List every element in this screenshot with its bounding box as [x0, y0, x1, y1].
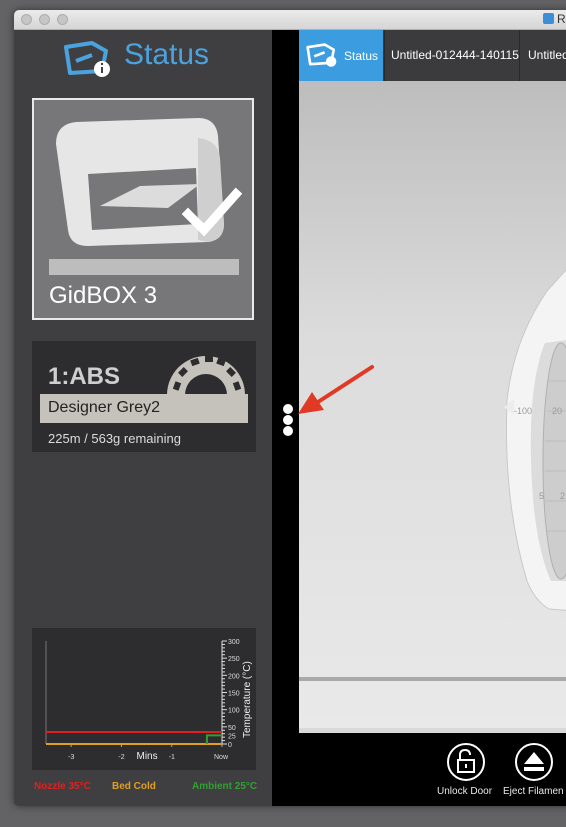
bottom-toolbar: Unlock Door Eject Filamen: [299, 733, 566, 806]
x-tick-label: Now: [214, 754, 229, 761]
y-tick-label: 250: [228, 656, 240, 663]
y-tick-label: 300: [228, 639, 240, 646]
tab-untitled-012444-140115[interactable]: Untitled-012444-140115: [384, 30, 519, 81]
filament-spool-card[interactable]: 1:ABS Designer Grey2 225m / 563g remaini…: [32, 341, 256, 452]
resize-grip-dot[interactable]: [283, 415, 293, 425]
filament-remaining: 225m / 563g remaining: [48, 431, 181, 446]
tab-bar: Status Untitled-012444-140115 Untitled: [299, 30, 566, 81]
unlock-door-label: Unlock Door: [437, 786, 493, 797]
y-tick-label: 100: [228, 708, 240, 715]
x-tick-label: -1: [169, 754, 175, 761]
printer-name: GidBOX 3: [49, 282, 158, 309]
print-progress-bar: [49, 259, 239, 275]
x-tick-label: -2: [118, 754, 124, 761]
printer-card[interactable]: GidBOX 3: [32, 98, 254, 320]
tab-label: Untitled-012444-140115: [391, 48, 519, 62]
y-tick-label: 25: [228, 733, 236, 740]
eject-filament-label: Eject Filamen: [503, 786, 564, 797]
spool-id: 1:ABS: [48, 363, 121, 390]
legend-nozzle: Nozzle 35°C: [34, 781, 91, 792]
checkmark-icon: [182, 187, 242, 237]
x-axis-label: Mins: [137, 751, 158, 762]
eject-icon: [524, 752, 544, 771]
tab-status[interactable]: Status: [299, 30, 383, 81]
minimize-window-button[interactable]: [39, 14, 50, 25]
title-bar: R: [14, 10, 566, 30]
filament-color-name: Designer Grey2: [48, 399, 161, 416]
zoom-window-button[interactable]: [57, 14, 68, 25]
ruler-label: 20: [552, 406, 563, 416]
y-tick-label: 0: [228, 742, 232, 749]
tab-label: Untitled: [528, 48, 566, 62]
window-title: R: [557, 12, 566, 26]
legend-ambient: Ambient 25°C: [192, 781, 258, 792]
printer-status-tab-icon: [306, 43, 337, 67]
series-line-ambient: [205, 734, 222, 744]
sidebar: Status GidBOX 3 1:ABS Designer Grey2 225…: [14, 30, 272, 806]
y-tick-label: 150: [228, 691, 240, 698]
spool-model-render: [504, 269, 566, 611]
legend-bed: Bed Cold: [112, 781, 156, 792]
temperature-chart: 0 25 50 100 150 200 250 300 -3 -2 -1 Now Mins Tempera…: [32, 628, 256, 770]
ruler-label: 5: [539, 491, 545, 501]
unlock-icon: [457, 748, 475, 773]
unlock-door-button[interactable]: [447, 743, 485, 781]
3d-viewport[interactable]: -100 20 5 2: [299, 81, 566, 728]
eject-filament-button[interactable]: [515, 743, 553, 781]
temperature-chart-plot: 0 2550 100 150 200 250 300 -3 -2 -1 Now Mins Tempera…: [45, 639, 253, 762]
printer-status-logo-icon: [64, 41, 110, 77]
y-axis-label: Temperature (°C): [242, 661, 253, 738]
ruler-label: -100: [514, 406, 533, 416]
close-window-button[interactable]: [21, 14, 32, 25]
app-window: R Status GidBOX 3 1:ABS Designer Grey2 2…: [14, 10, 566, 806]
y-tick-label: 200: [228, 673, 240, 680]
resize-grip-dot[interactable]: [283, 404, 293, 414]
x-tick-label: -3: [68, 754, 74, 761]
main-panel: Status Untitled-012444-140115 Untitled -…: [299, 30, 566, 806]
resize-grip-dot[interactable]: [283, 426, 293, 436]
filament-spool-icon: [167, 356, 245, 395]
sidebar-title: Status: [124, 38, 210, 71]
tab-status-label: Status: [344, 49, 379, 63]
y-tick-label: 50: [228, 725, 236, 732]
ruler-label: 2: [560, 491, 566, 501]
tab-untitled[interactable]: Untitled: [519, 30, 566, 81]
